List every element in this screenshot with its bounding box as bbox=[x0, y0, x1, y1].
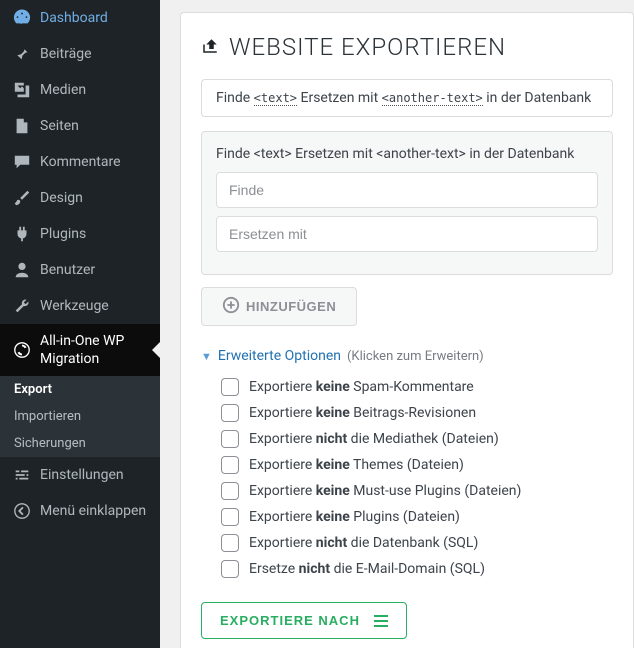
replace-input[interactable] bbox=[216, 216, 598, 252]
brush-icon bbox=[12, 188, 32, 208]
find-replace-summary[interactable]: Finde <text> Ersetzen mit <another-text>… bbox=[201, 79, 613, 117]
add-button-label: HINZUFÜGEN bbox=[246, 299, 336, 314]
option-spam[interactable]: Exportiere keine Spam-Kommentare bbox=[221, 374, 613, 400]
sidebar-item-posts[interactable]: Beiträge bbox=[0, 36, 160, 72]
media-icon bbox=[12, 80, 32, 100]
sidebar-label: Seiten bbox=[40, 117, 79, 135]
option-database[interactable]: Exportiere nicht die Datenbank (SQL) bbox=[221, 530, 613, 556]
triangle-down-icon: ▼ bbox=[201, 350, 212, 363]
sidebar-label: Medien bbox=[40, 81, 86, 99]
option-email[interactable]: Ersetze nicht die E-Mail-Domain (SQL) bbox=[221, 556, 613, 582]
sidebar-submenu: Export Importieren Sicherungen bbox=[0, 376, 160, 457]
page-title: WEBSITE EXPORTIEREN bbox=[201, 33, 613, 61]
checkbox[interactable] bbox=[221, 430, 239, 448]
submenu-import[interactable]: Importieren bbox=[0, 403, 160, 430]
sidebar-item-migration[interactable]: All-in-One WP Migration bbox=[0, 324, 160, 376]
sidebar-label: Kommentare bbox=[40, 153, 121, 171]
plug-icon bbox=[12, 224, 32, 244]
page-title-text: WEBSITE EXPORTIEREN bbox=[229, 33, 506, 61]
migration-icon bbox=[12, 340, 32, 360]
admin-sidebar: Dashboard Beiträge Medien Seiten Komment… bbox=[0, 0, 160, 648]
option-revisions[interactable]: Exportiere keine Beitrags-Revisionen bbox=[221, 400, 613, 426]
option-muplugins[interactable]: Exportiere keine Must-use Plugins (Datei… bbox=[221, 478, 613, 504]
collapse-icon bbox=[12, 501, 32, 521]
advanced-label: Erweiterte Optionen bbox=[218, 348, 341, 364]
checkbox[interactable] bbox=[221, 534, 239, 552]
advanced-toggle[interactable]: ▼ Erweiterte Optionen (Klicken zum Erwei… bbox=[201, 348, 613, 364]
export-panel: WEBSITE EXPORTIEREN Finde <text> Ersetze… bbox=[180, 12, 634, 648]
sidebar-item-appearance[interactable]: Design bbox=[0, 180, 160, 216]
export-button-label: EXPORTIERE NACH bbox=[220, 613, 360, 628]
sidebar-label: Plugins bbox=[40, 225, 86, 243]
checkbox[interactable] bbox=[221, 404, 239, 422]
sidebar-item-dashboard[interactable]: Dashboard bbox=[0, 0, 160, 36]
sidebar-item-settings[interactable]: Einstellungen bbox=[0, 457, 160, 493]
gauge-icon bbox=[12, 8, 32, 28]
submenu-backups[interactable]: Sicherungen bbox=[0, 430, 160, 457]
advanced-hint: (Klicken zum Erweitern) bbox=[347, 349, 484, 364]
checkbox[interactable] bbox=[221, 482, 239, 500]
checkbox[interactable] bbox=[221, 560, 239, 578]
checkbox[interactable] bbox=[221, 508, 239, 526]
plus-icon bbox=[222, 296, 240, 317]
sidebar-item-comments[interactable]: Kommentare bbox=[0, 144, 160, 180]
user-icon bbox=[12, 260, 32, 280]
sidebar-label: Benutzer bbox=[40, 261, 95, 279]
main-content: WEBSITE EXPORTIEREN Finde <text> Ersetze… bbox=[160, 0, 634, 648]
wrench-icon bbox=[12, 296, 32, 316]
add-button[interactable]: HINZUFÜGEN bbox=[201, 287, 357, 326]
sliders-icon bbox=[12, 465, 32, 485]
advanced-options: ▼ Erweiterte Optionen (Klicken zum Erwei… bbox=[201, 348, 613, 582]
submenu-export[interactable]: Export bbox=[0, 376, 160, 403]
option-media[interactable]: Exportiere nicht die Mediathek (Dateien) bbox=[221, 426, 613, 452]
sidebar-label: Design bbox=[40, 189, 83, 207]
find-replace-form: Finde <text> Ersetzen mit <another-text>… bbox=[201, 131, 613, 275]
checkbox[interactable] bbox=[221, 378, 239, 396]
find-replace-header: Finde <text> Ersetzen mit <another-text>… bbox=[216, 146, 598, 162]
sidebar-label: Beiträge bbox=[40, 45, 92, 63]
sidebar-item-plugins[interactable]: Plugins bbox=[0, 216, 160, 252]
menu-icon bbox=[374, 615, 388, 627]
option-themes[interactable]: Exportiere keine Themes (Dateien) bbox=[221, 452, 613, 478]
sidebar-item-users[interactable]: Benutzer bbox=[0, 252, 160, 288]
sidebar-item-tools[interactable]: Werkzeuge bbox=[0, 288, 160, 324]
checkbox[interactable] bbox=[221, 456, 239, 474]
sidebar-item-collapse[interactable]: Menü einklappen bbox=[0, 493, 160, 529]
sidebar-label: Menü einklappen bbox=[40, 502, 146, 520]
sidebar-label: Werkzeuge bbox=[40, 297, 109, 315]
sidebar-label: Dashboard bbox=[40, 9, 108, 27]
sidebar-item-media[interactable]: Medien bbox=[0, 72, 160, 108]
pin-icon bbox=[12, 44, 32, 64]
options-list: Exportiere keine Spam-Kommentare Exporti… bbox=[201, 374, 613, 582]
comment-icon bbox=[12, 152, 32, 172]
sidebar-label: All-in-One WP Migration bbox=[40, 332, 148, 368]
option-plugins[interactable]: Exportiere keine Plugins (Dateien) bbox=[221, 504, 613, 530]
page-icon bbox=[12, 116, 32, 136]
sidebar-item-pages[interactable]: Seiten bbox=[0, 108, 160, 144]
sidebar-label: Einstellungen bbox=[40, 466, 124, 484]
export-button[interactable]: EXPORTIERE NACH bbox=[201, 602, 407, 639]
export-icon bbox=[201, 33, 219, 61]
find-input[interactable] bbox=[216, 172, 598, 208]
